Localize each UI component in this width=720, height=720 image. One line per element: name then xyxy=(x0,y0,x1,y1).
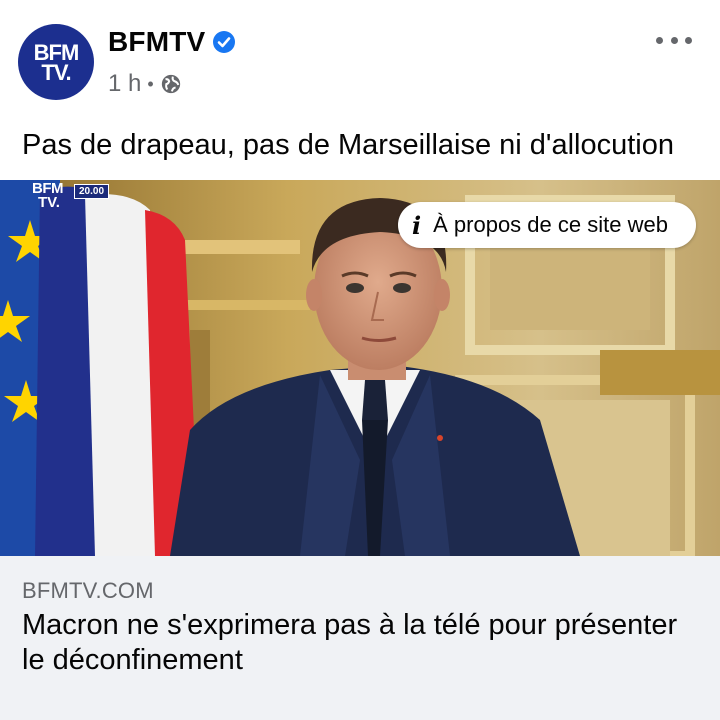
link-title[interactable]: Macron ne s'exprimera pas à la télé pour… xyxy=(22,608,702,678)
page-name[interactable]: BFMTV xyxy=(108,26,236,58)
meta-separator: • xyxy=(147,73,154,94)
post-meta: 1 h • xyxy=(108,70,182,98)
page-avatar[interactable]: BFM TV. xyxy=(18,24,94,100)
post-header: BFM TV. BFMTV 1 h • xyxy=(0,0,720,110)
globe-icon[interactable] xyxy=(160,73,182,95)
channel-logo: BFM TV. 20.00 xyxy=(32,181,110,211)
info-icon: i xyxy=(412,210,422,240)
link-preview-footer[interactable]: BFMTV.COM Macron ne s'exprimera pas à la… xyxy=(0,556,720,720)
more-dot xyxy=(670,36,678,44)
channel-logo-line2: TV. xyxy=(38,194,60,211)
more-options-icon[interactable] xyxy=(656,30,692,50)
more-dot xyxy=(656,36,663,44)
about-website-label: À propos de ce site web xyxy=(433,212,668,237)
verified-badge-icon xyxy=(213,31,236,53)
about-website-button[interactable]: i À propos de ce site web xyxy=(398,202,696,248)
post-time[interactable]: 1 h xyxy=(108,70,141,98)
broadcast-time: 20.00 xyxy=(74,184,110,199)
avatar-logo-line2: TV. xyxy=(41,60,71,85)
more-dot xyxy=(685,36,692,44)
post-text: Pas de drapeau, pas de Marseillaise ni d… xyxy=(22,129,674,161)
link-domain: BFMTV.COM xyxy=(22,578,154,603)
page-name-label[interactable]: BFMTV xyxy=(108,26,205,58)
